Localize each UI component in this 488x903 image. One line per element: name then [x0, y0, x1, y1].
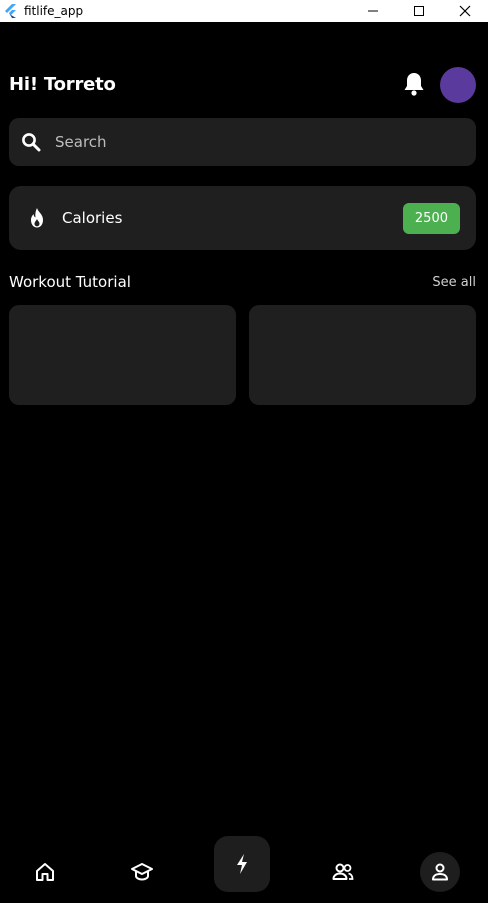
calories-label: Calories: [62, 209, 123, 227]
school-icon: [131, 863, 153, 881]
fire-icon: [31, 208, 43, 228]
home-icon: [36, 863, 54, 881]
notification-bell-icon[interactable]: [402, 71, 426, 97]
nav-learn-button[interactable]: [130, 860, 154, 884]
close-button[interactable]: [442, 0, 488, 22]
workout-card[interactable]: [9, 305, 236, 405]
nav-workout-button[interactable]: [214, 836, 270, 892]
minimize-button[interactable]: [350, 0, 396, 22]
greeting-text: Hi! Torreto: [9, 74, 116, 95]
minimize-icon: [368, 10, 378, 12]
nav-home-button[interactable]: [33, 860, 57, 884]
avatar[interactable]: [440, 67, 476, 103]
calories-card[interactable]: Calories 2500: [9, 186, 476, 250]
nav-profile-button[interactable]: [420, 852, 460, 892]
window-title-bar: fitlife_app: [0, 0, 488, 22]
maximize-icon: [414, 6, 424, 16]
search-input[interactable]: [55, 133, 435, 151]
people-icon: [332, 863, 354, 880]
window-title: fitlife_app: [24, 4, 84, 18]
close-icon: [459, 5, 471, 17]
maximize-button[interactable]: [396, 0, 442, 22]
person-icon: [432, 863, 448, 881]
search-icon: [22, 133, 41, 152]
calories-value-badge: 2500: [402, 203, 460, 234]
bolt-icon: [237, 854, 247, 874]
nav-community-button[interactable]: [331, 860, 355, 884]
workout-tutorial-title: Workout Tutorial: [9, 273, 131, 291]
flutter-logo-icon: [5, 4, 16, 18]
workout-card[interactable]: [249, 305, 476, 405]
see-all-link[interactable]: See all: [432, 275, 476, 290]
search-bar[interactable]: [9, 118, 476, 166]
